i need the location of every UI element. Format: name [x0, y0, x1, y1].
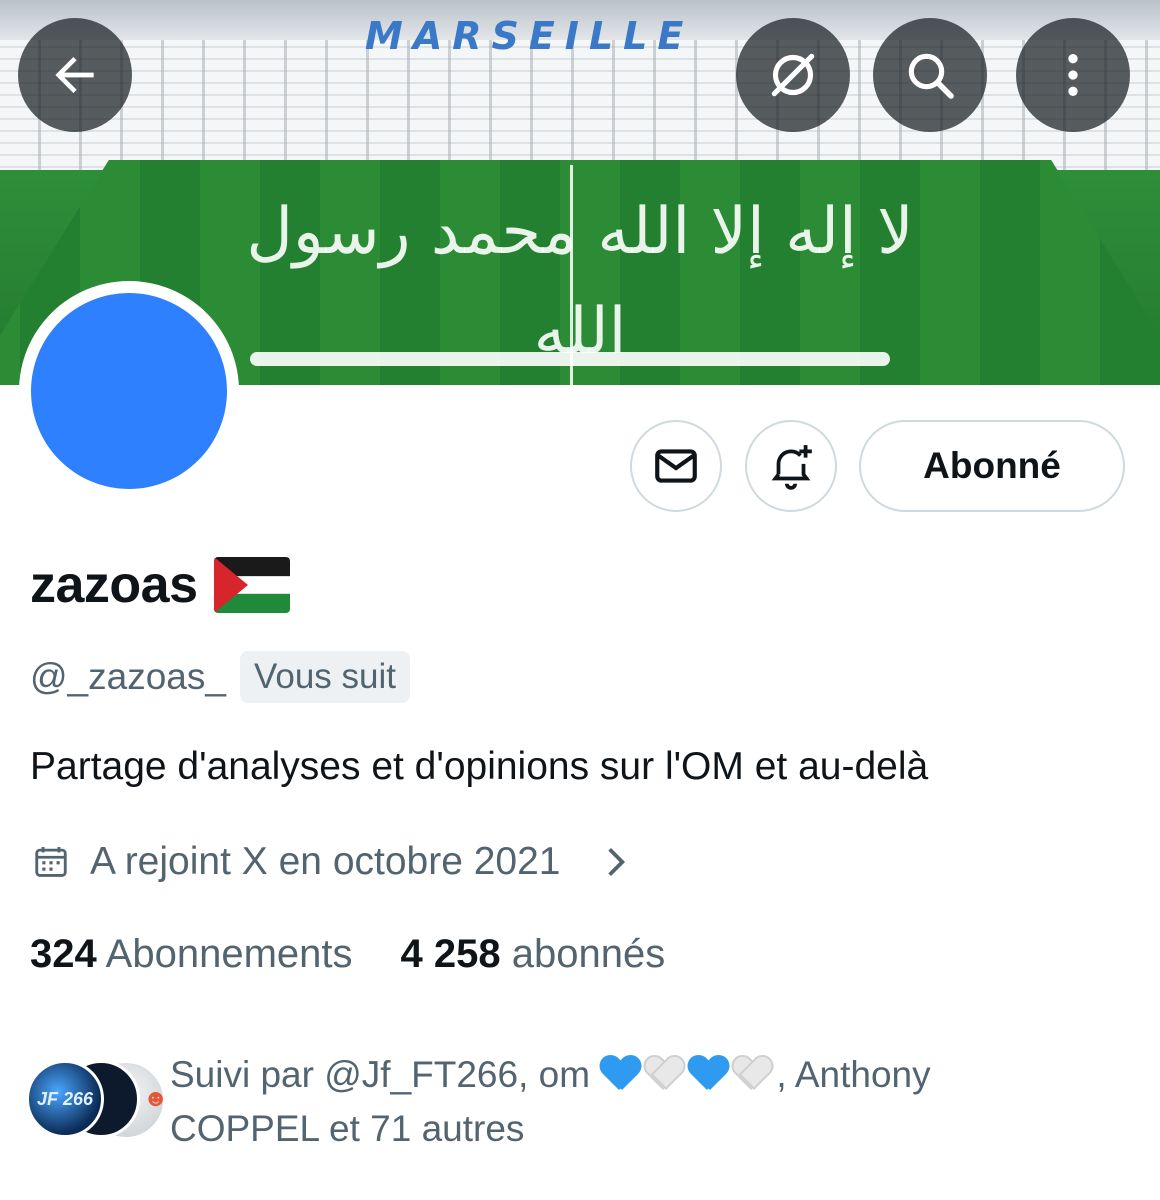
search-button[interactable] [873, 18, 987, 132]
grok-button[interactable] [736, 18, 850, 132]
followed-by-suffix-2: COPPEL et 71 autres [170, 1108, 525, 1149]
banner-sword [250, 352, 890, 366]
followers-stat[interactable]: 4 258 abonnés [401, 932, 666, 977]
followed-by-suffix-1: , Anthony [776, 1054, 931, 1095]
followed-by-text[interactable]: Suivi par @Jf_FT266, om , Anthony COPPEL… [170, 1048, 1070, 1156]
display-name: zazoas [30, 555, 290, 615]
slashed-circle-icon [771, 53, 815, 97]
following-label: Abonnements [105, 932, 353, 976]
notifications-button[interactable] [745, 420, 837, 512]
blue-heart-icon [600, 1056, 640, 1092]
follower-avatar-1: JF 266 [26, 1060, 104, 1138]
followed-by-prefix: Suivi par @Jf_FT266, om [170, 1054, 591, 1095]
follows-you-badge: Vous suit [239, 651, 410, 703]
arrow-left-icon [55, 57, 94, 93]
smile-icon: ☻ [143, 1085, 169, 1112]
handle-row: @_zazoas_ Vous suit [30, 651, 410, 703]
followers-label: abonnés [511, 932, 666, 976]
more-button[interactable] [1016, 18, 1130, 132]
banner-stadium-name: MARSEILLE [365, 14, 694, 58]
message-button[interactable] [630, 420, 722, 512]
chevron-right-icon [607, 847, 625, 877]
white-heart-icon [644, 1056, 684, 1092]
white-heart-icon [732, 1056, 772, 1092]
blue-heart-icon [688, 1056, 728, 1092]
display-name-text: zazoas [30, 556, 198, 614]
search-icon [908, 53, 954, 99]
calendar-icon [35, 846, 67, 877]
banner-pitch-text: لا إله إلا الله محمد رسول الله [246, 195, 914, 369]
followers-count: 4 258 [400, 932, 501, 976]
bell-plus-icon [771, 445, 812, 490]
joined-text: A rejoint X en octobre 2021 [90, 840, 561, 883]
following-stat[interactable]: 324 Abonnements [30, 932, 353, 977]
handle: @_zazoas_ [30, 656, 226, 697]
palestine-flag-icon [213, 557, 290, 613]
following-button[interactable]: Abonné [859, 420, 1125, 512]
envelope-icon [655, 449, 697, 483]
avatar[interactable] [31, 293, 227, 489]
followed-by-avatars[interactable]: ☻ JF 266 [24, 1060, 168, 1140]
more-vertical-icon [1068, 54, 1078, 96]
following-count: 324 [30, 932, 97, 976]
bio: Partage d'analyses et d'opinions sur l'O… [30, 745, 929, 788]
joined-row[interactable]: A rejoint X en octobre 2021 [32, 840, 635, 884]
back-button[interactable] [18, 18, 132, 132]
stats-row: 324 Abonnements 4 258 abonnés [30, 932, 665, 977]
